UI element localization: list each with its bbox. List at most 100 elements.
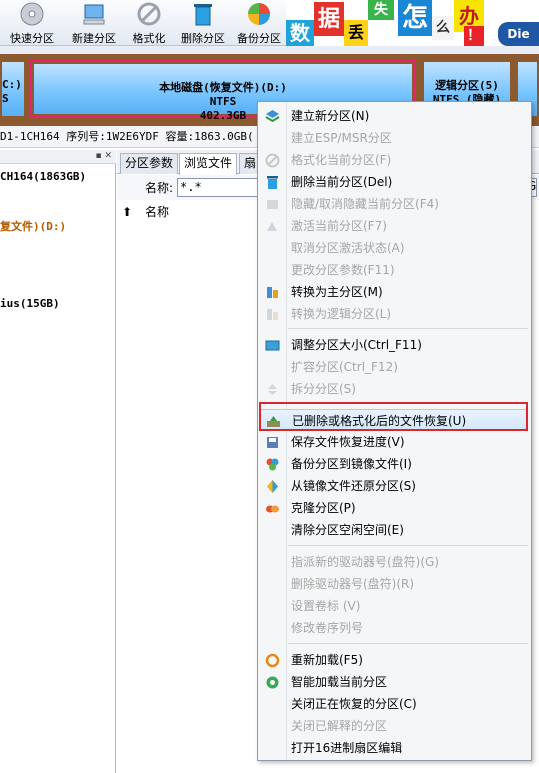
- menu-item-convert-logical[interactable]: 转换为逻辑分区(L): [260, 303, 528, 325]
- menu-item-deactivate[interactable]: 取消分区激活状态(A): [260, 237, 528, 259]
- menu-item-label: 调整分区大小(Ctrl_F11): [291, 338, 422, 352]
- tree-partition-d[interactable]: 复文件)(D:): [0, 218, 66, 234]
- menu-item-label: 打开16进制扇区编辑: [291, 741, 403, 755]
- format-icon: [265, 153, 280, 168]
- menu-item-smart-load[interactable]: 智能加载当前分区: [260, 671, 528, 693]
- format-icon: [137, 2, 161, 26]
- menu-item-split-partition[interactable]: 拆分分区(S): [260, 378, 528, 400]
- convert-logical-icon: [267, 309, 278, 320]
- menu-item-hide-partition[interactable]: 隐藏/取消隐藏当前分区(F4): [260, 193, 528, 215]
- tab-browse-files[interactable]: 浏览文件: [179, 153, 238, 175]
- up-arrow-icon[interactable]: ⬆: [122, 201, 132, 223]
- menu-item-label: 克隆分区(P): [291, 501, 356, 515]
- format-button[interactable]: 格式化: [124, 0, 174, 46]
- highlight-annotation-box: [259, 402, 528, 431]
- tab-partition-params[interactable]: 分区参数: [120, 153, 179, 174]
- menu-item-assign-drive-letter[interactable]: 指派新的驱动器号(盘符)(G): [260, 551, 528, 573]
- menu-item-label: 清除分区空闲空间(E): [291, 523, 404, 537]
- menu-item-label: 格式化当前分区(F): [291, 153, 392, 167]
- split-icon: [268, 384, 277, 395]
- menu-item-label: 关闭已解释的分区: [291, 719, 388, 733]
- menu-item-label: 删除当前分区(Del): [291, 175, 393, 189]
- menu-item-open-hex-editor[interactable]: 打开16进制扇区编辑: [260, 737, 528, 759]
- menu-item-resize-partition[interactable]: 调整分区大小(Ctrl_F11): [260, 334, 528, 356]
- quick-partition-button[interactable]: 快速分区: [0, 0, 64, 46]
- menu-item-set-volume-label[interactable]: 设置卷标 (V): [260, 595, 528, 617]
- menu-item-change-params[interactable]: 更改分区参数(F11): [260, 259, 528, 281]
- resize-icon: [265, 340, 280, 351]
- menu-separator: [288, 643, 528, 644]
- banner-tile: 据: [314, 2, 344, 36]
- partition-d-name: 本地磁盘(恢复文件)(D:): [159, 81, 287, 94]
- menu-item-label: 建立新分区(N): [291, 109, 370, 123]
- pin-icon[interactable]: ▪ ✕: [95, 150, 112, 163]
- quick-partition-label: 快速分区: [10, 32, 54, 45]
- banner-tile: 么: [432, 16, 454, 40]
- menu-item-format[interactable]: 格式化当前分区(F): [260, 149, 528, 171]
- menu-item-activate[interactable]: 激活当前分区(F7): [260, 215, 528, 237]
- backup-partition-label: 备份分区: [237, 32, 281, 45]
- menu-item-label: 关闭正在恢复的分区(C): [291, 697, 417, 711]
- hide-icon: [267, 200, 278, 209]
- menu-item-wipe-free-space[interactable]: 清除分区空闲空间(E): [260, 519, 528, 541]
- menu-item-delete-partition[interactable]: 删除当前分区(Del): [260, 171, 528, 193]
- new-partition-button[interactable]: 新建分区: [64, 0, 124, 46]
- tree-partition-item[interactable]: ius(15GB): [0, 297, 60, 310]
- tree-disk-item[interactable]: CH164(1863GB): [0, 170, 86, 183]
- cd-disk-icon: [20, 2, 44, 26]
- disk-tree-pane: ▪ ✕ CH164(1863GB) 复文件)(D:) ius(15GB): [0, 150, 116, 773]
- banner-tile: 数: [286, 20, 314, 46]
- menu-item-label: 拆分分区(S): [291, 382, 356, 396]
- menu-item-extend-partition[interactable]: 扩容分区(Ctrl_F12): [260, 356, 528, 378]
- context-menu: 建立新分区(N) 建立ESP/MSR分区 格式化当前分区(F) 删除当前分区(D…: [257, 101, 532, 761]
- convert-primary-icon: [267, 287, 278, 298]
- format-label: 格式化: [132, 32, 166, 45]
- banner-tile: 丢: [344, 20, 368, 46]
- menu-item-close-recovering[interactable]: 关闭正在恢复的分区(C): [260, 693, 528, 715]
- menu-item-close-interpreted[interactable]: 关闭已解释的分区: [260, 715, 528, 737]
- menu-item-label: 更改分区参数(F11): [291, 263, 395, 277]
- menu-separator: [288, 328, 528, 329]
- computer-icon: [83, 4, 105, 25]
- ad-banner[interactable]: 数 据 丢 失 怎 么 办 ！ Die: [286, 0, 539, 46]
- backup-icon: [248, 3, 270, 25]
- menu-item-new-partition[interactable]: 建立新分区(N): [260, 105, 528, 127]
- restore-image-icon: [267, 480, 278, 493]
- column-name-header[interactable]: 名称: [145, 201, 169, 223]
- menu-item-label: 取消分区激活状态(A): [291, 241, 405, 255]
- layers-icon: [265, 110, 280, 123]
- toolbar: 快速分区 新建分区 格式化 删除分区 备份分区 数 据 丢 失 怎 么 办 ！ …: [0, 0, 539, 46]
- backup-partition-button[interactable]: 备份分区: [232, 0, 286, 46]
- menu-item-convert-primary[interactable]: 转换为主分区(M): [260, 281, 528, 303]
- menu-item-label: 备份分区到镜像文件(I): [291, 457, 412, 471]
- partition-c-label: C:): [2, 78, 22, 91]
- menu-item-save-recovery-progress[interactable]: 保存文件恢复进度(V): [260, 431, 528, 453]
- menu-separator: [288, 545, 528, 546]
- menu-item-label: 激活当前分区(F7): [291, 219, 387, 233]
- partition-c-fs: S: [2, 92, 9, 105]
- partition-c[interactable]: C:) S: [0, 60, 26, 118]
- menu-item-restore-from-image[interactable]: 从镜像文件还原分区(S): [260, 475, 528, 497]
- recycle-bin-icon: [194, 4, 212, 26]
- menu-item-label: 重新加载(F5): [291, 653, 363, 667]
- menu-item-esp-msr[interactable]: 建立ESP/MSR分区: [260, 127, 528, 149]
- menu-item-label: 扩容分区(Ctrl_F12): [291, 360, 398, 374]
- menu-item-label: 建立ESP/MSR分区: [291, 131, 392, 145]
- new-partition-label: 新建分区: [72, 32, 116, 45]
- smart-load-icon: [266, 676, 279, 689]
- menu-item-label: 删除驱动器号(盘符)(R): [291, 577, 415, 591]
- menu-item-label: 保存文件恢复进度(V): [291, 435, 405, 449]
- delete-partition-button[interactable]: 删除分区: [174, 0, 232, 46]
- menu-item-change-volume-serial[interactable]: 修改卷序列号: [260, 617, 528, 639]
- menu-item-backup-to-image[interactable]: 备份分区到镜像文件(I): [260, 453, 528, 475]
- backup-image-icon: [266, 458, 279, 471]
- recycle-bin-icon: [267, 176, 278, 189]
- menu-item-label: 隐藏/取消隐藏当前分区(F4): [291, 197, 439, 211]
- menu-item-clone-partition[interactable]: 克隆分区(P): [260, 497, 528, 519]
- menu-item-remove-drive-letter[interactable]: 删除驱动器号(盘符)(R): [260, 573, 528, 595]
- brand-logo-partial: Die: [498, 22, 539, 46]
- menu-item-label: 智能加载当前分区: [291, 675, 388, 689]
- menu-item-reload[interactable]: 重新加载(F5): [260, 649, 528, 671]
- logical-partition-name: 逻辑分区(5): [435, 79, 499, 92]
- filter-label: 名称:: [145, 181, 174, 195]
